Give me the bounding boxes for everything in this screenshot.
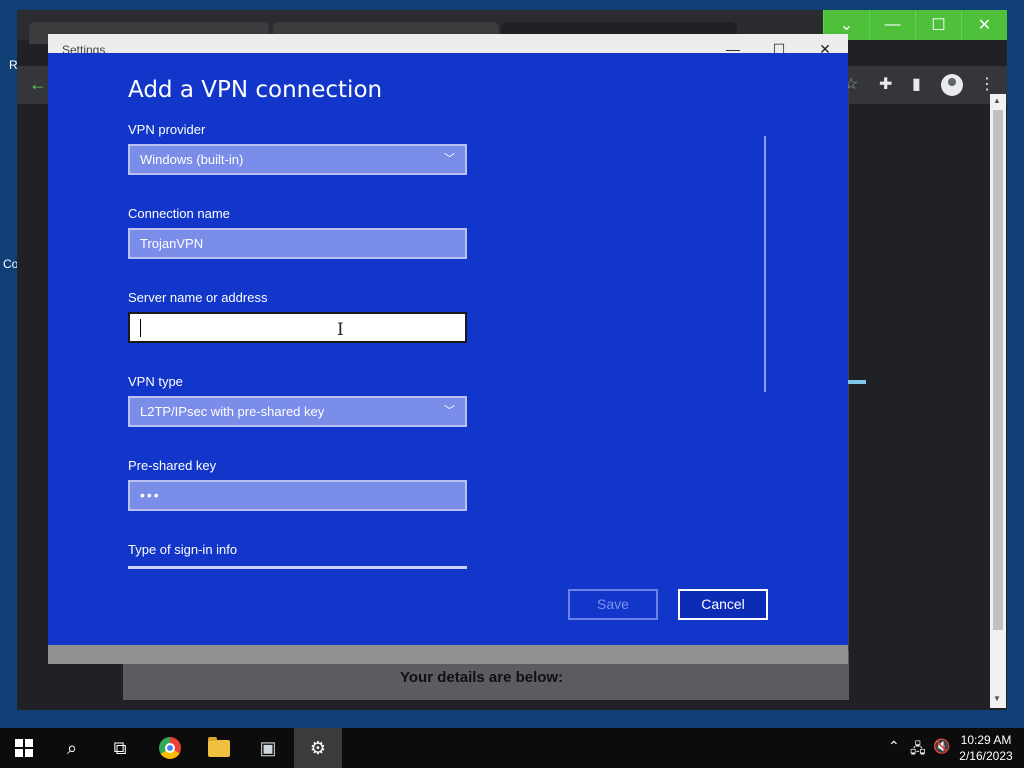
vpn-type-select[interactable]: L2TP/IPsec with pre-shared key ﹀ (128, 396, 467, 427)
vpn-type-label: VPN type (128, 374, 183, 389)
clock-time: 10:29 AM (960, 733, 1012, 747)
taskbar: ⌕ ⧉ ▣ ⚙ ⌃ 🖧 🔇 10:29 AM 2/16/2023 (0, 728, 1024, 768)
taskbar-file-explorer[interactable] (195, 728, 243, 768)
chevron-down-icon: ﹀ (444, 405, 455, 417)
task-view-icon[interactable]: ⧉ (96, 728, 144, 768)
scroll-up-arrow-icon[interactable]: ▲ (993, 96, 1001, 105)
chevron-up-icon[interactable]: ⌃ (888, 738, 900, 755)
cancel-button[interactable]: Cancel (678, 589, 768, 620)
volume-muted-icon[interactable]: 🔇 (933, 738, 950, 755)
clock-date: 2/16/2023 (959, 749, 1013, 763)
server-address-field[interactable]: I (128, 312, 467, 343)
search-icon[interactable]: ⌕ (48, 728, 96, 768)
computer-icon: ▣ (259, 737, 277, 758)
close-button[interactable]: ✕ (961, 10, 1007, 40)
sign-in-type-select[interactable] (128, 566, 467, 569)
extensions-puzzle-icon[interactable]: ✚ (879, 74, 892, 94)
save-button[interactable]: Save (568, 589, 658, 620)
maximize-button[interactable]: ☐ (915, 10, 961, 40)
page-heading: Your details are below: (400, 669, 564, 686)
side-panel-icon[interactable]: ▮ (912, 74, 921, 94)
vpn-provider-value: Windows (built-in) (140, 152, 244, 167)
chrome-icon (159, 737, 181, 759)
vpn-provider-select[interactable]: Windows (built-in) ﹀ (128, 144, 467, 175)
back-arrow-icon[interactable]: ← (29, 74, 47, 95)
sign-in-type-label: Type of sign-in info (128, 542, 238, 557)
kebab-menu-icon[interactable]: ⋮ (979, 74, 995, 94)
vpn-dialog: Add a VPN connection VPN provider Window… (48, 53, 848, 645)
taskbar-app[interactable]: ▣ (244, 728, 292, 768)
vpn-type-value: L2TP/IPsec with pre-shared key (140, 404, 325, 419)
chevron-down-icon: ﹀ (444, 153, 455, 165)
page-accent-strip (848, 380, 866, 384)
windows-logo-icon (15, 739, 33, 757)
dialog-title: Add a VPN connection (128, 77, 383, 103)
scroll-down-arrow-icon[interactable]: ▼ (993, 694, 1001, 703)
scrollbar-thumb[interactable] (993, 110, 1003, 630)
taskbar-chrome[interactable] (146, 728, 194, 768)
network-icon[interactable]: 🖧 (910, 738, 926, 762)
gear-icon: ⚙ (309, 737, 327, 758)
connection-name-label: Connection name (128, 206, 230, 221)
settings-window-bottom (48, 645, 848, 664)
vpn-provider-label: VPN provider (128, 122, 206, 137)
ibeam-cursor-icon: I (337, 320, 344, 340)
dialog-scroll-indicator[interactable] (764, 136, 766, 392)
browser-scrollbar[interactable]: ▲ ▼ (990, 94, 1006, 708)
pre-shared-key-label: Pre-shared key (128, 458, 217, 473)
taskbar-clock[interactable]: 10:29 AM 2/16/2023 (958, 732, 1014, 764)
profile-avatar-icon[interactable] (941, 74, 963, 96)
connection-name-value: TrojanVPN (140, 236, 204, 251)
pre-shared-key-field[interactable]: ••• (128, 480, 467, 511)
taskbar-settings[interactable]: ⚙ (294, 728, 342, 768)
server-address-label: Server name or address (128, 290, 268, 305)
minimize-button[interactable]: — (869, 10, 915, 40)
connection-name-field[interactable]: TrojanVPN (128, 228, 467, 259)
browser-window-controls: ⌄ — ☐ ✕ (823, 10, 1007, 40)
folder-icon (208, 736, 230, 757)
text-caret (140, 319, 141, 337)
pre-shared-key-value: ••• (140, 487, 161, 503)
start-button[interactable] (0, 728, 48, 768)
